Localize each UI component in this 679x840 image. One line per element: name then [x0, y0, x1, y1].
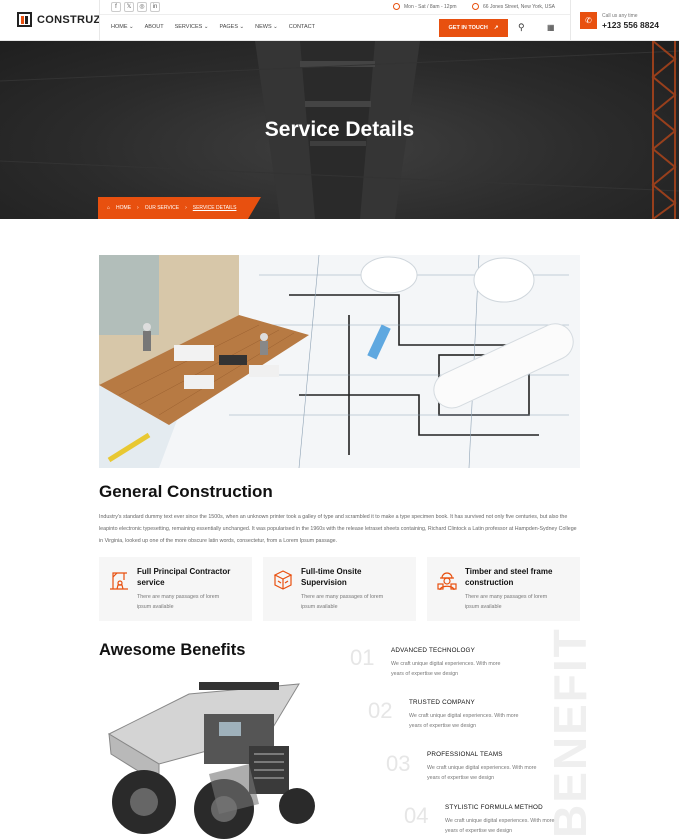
service-card[interactable]: Full-time Onsite Supervision There are m… [263, 557, 416, 621]
card-text: There are many passages of lorem ipsum a… [465, 594, 548, 610]
benefit-title: PROFESSIONAL TEAMS [427, 751, 503, 758]
crane-worker-icon [110, 572, 128, 590]
section-heading: General Construction [99, 482, 273, 501]
benefit-text: We craft unique digital experiences. Wit… [391, 661, 501, 677]
section-paragraph: Industry's standard dummy text ever sinc… [99, 514, 577, 544]
benefit-number: 01 [350, 645, 375, 670]
hours-text: Mon - Sat / 8am - 12pm [404, 3, 457, 10]
linkedin-icon[interactable]: in [150, 2, 160, 12]
breadcrumb-home[interactable]: HOME [116, 205, 131, 211]
benefit-text: We craft unique digital experiences. Wit… [445, 818, 555, 834]
benefits-heading: Awesome Benefits [99, 641, 246, 659]
nav-item-news[interactable]: NEWS ⌄ [255, 24, 278, 30]
nav-item-about[interactable]: ABOUT [145, 24, 164, 30]
nav-item-services[interactable]: SERVICES ⌄ [175, 24, 209, 30]
engineer-icon [437, 572, 457, 591]
breadcrumb-our-service[interactable]: OUR SERVICE [145, 205, 179, 211]
card-text: There are many passages of lorem ipsum a… [301, 594, 384, 610]
benefit-text: We craft unique digital experiences. Wit… [409, 713, 519, 729]
breadcrumb: ⌂ HOME › OUR SERVICE › SERVICE DETAILS [98, 197, 261, 219]
social-links: f 𝕏 ◎ in [111, 2, 160, 12]
main-nav: HOME ⌄ ABOUT SERVICES ⌄ PAGES ⌄ NEWS ⌄ C… [111, 24, 315, 30]
service-card[interactable]: Full Principal Contractor service There … [99, 557, 252, 621]
breadcrumb-separator: › [137, 205, 139, 211]
card-title: Full-time Onsite Supervision [301, 567, 362, 587]
benefit-watermark: BENEFIT [541, 612, 601, 840]
page-hero: Service Details ⌂ HOME › OUR SERVICE › S… [0, 41, 679, 219]
breadcrumb-current: SERVICE DETAILS [192, 205, 237, 211]
service-image [99, 255, 580, 468]
location-pin-icon [472, 3, 479, 10]
phone-icon: ✆ [580, 12, 597, 29]
nav-item-contact[interactable]: CONTACT [289, 24, 315, 30]
page-title: Service Details [264, 118, 415, 141]
address-text: 66 Jones Street, New York, USA [483, 3, 555, 10]
call-number[interactable]: +123 556 8824 [602, 20, 659, 30]
benefit-number: 02 [368, 698, 393, 723]
logo-text: CONSTRUZ [37, 13, 101, 26]
benefit-number: 03 [386, 751, 411, 776]
hours-info: Mon - Sat / 8am - 12pm [393, 3, 457, 10]
benefit-title: STYLISTIC FORMULA METHOD [445, 804, 543, 811]
nav-item-home[interactable]: HOME ⌄ [111, 24, 134, 30]
site-header: CONSTRUZ f 𝕏 ◎ in Mon - Sat / 8am - 12pm… [0, 0, 679, 41]
logo-icon [17, 12, 32, 27]
get-in-touch-button[interactable]: GET IN TOUCH ↗ [439, 19, 508, 37]
grid-menu-icon[interactable]: ▦ [547, 23, 555, 32]
facebook-icon[interactable]: f [111, 2, 121, 12]
benefit-text: We craft unique digital experiences. Wit… [427, 765, 537, 781]
home-icon: ⌂ [107, 205, 111, 211]
benefit-title: TRUSTED COMPANY [409, 699, 475, 706]
breadcrumb-separator: › [185, 205, 187, 211]
nav-item-pages[interactable]: PAGES ⌄ [219, 24, 244, 30]
address-info: 66 Jones Street, New York, USA [472, 3, 555, 10]
mining-truck-image [107, 682, 315, 839]
card-title: Timber and steel frame construction [465, 567, 553, 587]
benefit-title: ADVANCED TECHNOLOGY [391, 647, 476, 654]
call-label: Call us any time [602, 13, 638, 19]
divider [570, 0, 571, 41]
benefit-number: 04 [404, 803, 429, 828]
top-bar: f 𝕏 ◎ in Mon - Sat / 8am - 12pm 66 Jones… [100, 0, 570, 15]
card-text: There are many passages of lorem ipsum a… [137, 594, 220, 610]
arrow-up-right-icon: ↗ [493, 25, 499, 31]
watermark-text: BENEFIT [544, 627, 596, 838]
search-icon[interactable]: ⚲ [518, 22, 525, 33]
instagram-icon[interactable]: ◎ [137, 2, 147, 12]
logo[interactable]: CONSTRUZ [17, 12, 101, 27]
card-title: Full Principal Contractor service [137, 567, 231, 587]
x-twitter-icon[interactable]: 𝕏 [124, 2, 134, 12]
cta-label: GET IN TOUCH [448, 25, 488, 31]
clock-icon [393, 3, 400, 10]
blueprint-icon [273, 570, 293, 590]
